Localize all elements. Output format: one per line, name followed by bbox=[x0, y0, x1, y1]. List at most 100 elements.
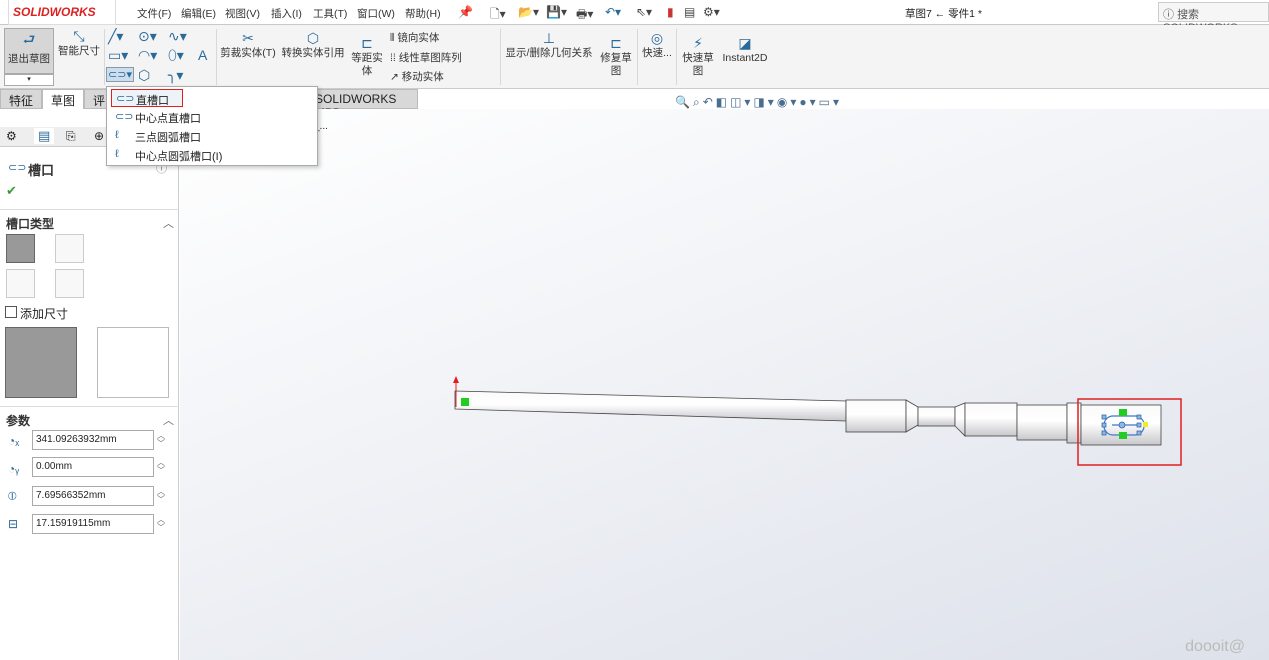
slot-width-input[interactable]: 7.69566352mm bbox=[32, 486, 154, 506]
print-icon[interactable]: 🖶▾ bbox=[576, 5, 593, 26]
file-properties-icon[interactable]: ▤ bbox=[684, 5, 695, 19]
previous-view-icon: ↶ bbox=[702, 95, 716, 109]
search-box[interactable]: ⓘ 搜索 SOLIDWORKS bbox=[1158, 2, 1269, 34]
trim-icon: ✂ bbox=[242, 30, 254, 46]
menu-file[interactable]: 文件(F) bbox=[137, 6, 171, 21]
open-icon[interactable]: 📂▾ bbox=[518, 5, 539, 19]
slot-length-spinner[interactable]: ︿ ﹀ bbox=[157, 516, 165, 532]
arc-icon[interactable]: ◠▾ bbox=[138, 47, 157, 64]
move-label: 移动实体 bbox=[401, 71, 444, 83]
overall-length-option[interactable] bbox=[5, 327, 77, 398]
tab-features[interactable]: 特征 bbox=[0, 89, 43, 109]
menu-help[interactable]: 帮助(H) bbox=[405, 6, 441, 21]
offset-button[interactable]: ⊏ 等距实体 bbox=[350, 35, 384, 78]
repair-label: 修复草图 bbox=[600, 52, 632, 77]
pin-icon[interactable]: 📌 bbox=[458, 5, 473, 19]
quick-snaps-button[interactable]: ◎ 快速... bbox=[640, 30, 674, 60]
collapse-icon[interactable]: ︿ bbox=[163, 215, 174, 231]
slot-width-spinner[interactable]: ︿ ﹀ bbox=[157, 488, 165, 504]
feature-tree-tab-icon[interactable]: ⚙ bbox=[6, 129, 17, 143]
slot-length-input[interactable]: 17.15919115mm bbox=[32, 514, 154, 534]
instant2d-label: Instant2D bbox=[722, 52, 768, 64]
instant2d-icon: ◪ bbox=[738, 35, 752, 51]
watermark: doooit@ bbox=[1185, 638, 1245, 655]
heads-up-view-toolbar[interactable]: 🔍⌕↶◧◫▾◨▾◉▾●▾▭▾ bbox=[675, 95, 842, 110]
new-icon[interactable]: 🗋▾ bbox=[490, 5, 506, 26]
appearance-icon: ●▾ bbox=[799, 95, 819, 109]
rapid-sketch-label: 快速草图 bbox=[682, 52, 714, 77]
graphics-area[interactable]: _... 🔍⌕↶◧◫▾◨▾◉▾●▾▭▾ doooit@ bbox=[180, 95, 1269, 660]
undo-icon[interactable]: ↶▾ bbox=[605, 5, 621, 19]
centerpoint-arc-slot-icon: ℓ bbox=[115, 148, 119, 160]
polygon-icon[interactable]: ⬡ bbox=[138, 67, 150, 84]
smart-dimension-button[interactable]: ⤡ 智能尺寸 bbox=[56, 28, 102, 58]
add-dimensions-checkbox[interactable] bbox=[5, 306, 17, 318]
center-x-icon: ◔ₓ bbox=[8, 434, 20, 448]
centerpoint-arc-slot-type-button[interactable] bbox=[55, 269, 84, 298]
menu-tools[interactable]: 工具(T) bbox=[313, 6, 347, 21]
mirror-label: 镜向实体 bbox=[397, 32, 440, 44]
exit-sketch-icon: ⮐ bbox=[22, 31, 36, 47]
menu-view[interactable]: 视图(V) bbox=[225, 6, 260, 21]
select-icon[interactable]: ⇖▾ bbox=[636, 5, 652, 19]
straight-slot-icon: ⊂⊃ bbox=[116, 93, 135, 105]
help-icon[interactable]: ⓘ bbox=[1163, 9, 1177, 21]
menu-edit[interactable]: 编辑(E) bbox=[181, 6, 216, 21]
convert-label: 转换实体引用 bbox=[281, 47, 345, 59]
convert-entities-button[interactable]: ⬡ 转换实体引用 bbox=[280, 30, 346, 60]
fillet-icon[interactable]: ╮▾ bbox=[168, 67, 183, 84]
command-manager: ⮐ 退出草图 ▾ ⤡ 智能尺寸 ╱▾ ⊙▾ ∿▾ ▭▾ ◠▾ ⬯▾ A ⊂⊃▾ … bbox=[0, 25, 1269, 89]
collapse-icon[interactable]: ︿ bbox=[163, 412, 174, 428]
rebuild-icon[interactable]: ▮ bbox=[667, 5, 674, 19]
display-icon: ▭▾ bbox=[818, 95, 842, 109]
slot-icon[interactable]: ⊂⊃▾ bbox=[106, 67, 134, 82]
tab-sketch[interactable]: 草图 bbox=[42, 89, 85, 109]
center-y-spinner[interactable]: ︿ ﹀ bbox=[157, 459, 165, 475]
relations-button[interactable]: ⊥ 显示/删除几何关系 bbox=[504, 30, 594, 60]
center-to-center-option[interactable] bbox=[97, 327, 169, 398]
window-title: 草图7 ← 零件1 * bbox=[905, 8, 983, 20]
straight-slot-type-button[interactable] bbox=[6, 234, 35, 263]
instant2d-button[interactable]: ◪ Instant2D bbox=[720, 35, 770, 65]
menu-item-centerpoint-arc-slot[interactable]: ℓ 中心点圆弧槽口(I) bbox=[111, 146, 311, 164]
3pt-arc-slot-type-button[interactable] bbox=[6, 269, 35, 298]
menu-window[interactable]: 窗口(W) bbox=[357, 6, 395, 21]
exit-sketch-label: 退出草图 bbox=[8, 53, 50, 65]
display-style-icon: ◨▾ bbox=[753, 95, 777, 109]
move-entities-button[interactable]: ↗ 移动实体 bbox=[390, 71, 444, 84]
relation-icon bbox=[461, 398, 469, 406]
hide-show-icon: ◉▾ bbox=[776, 95, 800, 109]
dimxpert-tab-icon[interactable]: ⊕ bbox=[94, 129, 104, 143]
part-model bbox=[453, 376, 1182, 466]
menu-item-centerpoint-slot[interactable]: ⊂⊃ 中心点直槽口 bbox=[111, 108, 311, 126]
save-icon[interactable]: 💾▾ bbox=[546, 5, 567, 19]
slot-width-icon: ⦶ bbox=[8, 489, 17, 503]
trim-button[interactable]: ✂ 剪裁实体(T) bbox=[220, 30, 276, 60]
center-x-input[interactable]: 341.09263932mm bbox=[32, 430, 154, 450]
exit-sketch-button[interactable]: ⮐ 退出草图 bbox=[4, 28, 54, 74]
spline-icon[interactable]: ∿▾ bbox=[168, 28, 187, 45]
menu-item-straight-slot[interactable]: ⊂⊃ 直槽口 bbox=[111, 89, 183, 107]
mirror-button[interactable]: ⫴ 镜向实体 bbox=[390, 32, 439, 45]
centerpoint-slot-icon: ⊂⊃ bbox=[115, 111, 134, 123]
repair-sketch-button[interactable]: ⊏ 修复草图 bbox=[598, 35, 634, 78]
property-manager-tab-icon[interactable]: ▤ bbox=[34, 128, 55, 144]
center-y-input[interactable]: 0.00mm bbox=[32, 457, 154, 477]
line-icon[interactable]: ╱▾ bbox=[108, 28, 123, 45]
menu-insert[interactable]: 插入(I) bbox=[271, 6, 302, 21]
centerpoint-straight-slot-type-button[interactable] bbox=[55, 234, 84, 263]
ellipse-icon[interactable]: ⬯▾ bbox=[168, 47, 184, 64]
rapid-sketch-button[interactable]: ⚡ 快速草图 bbox=[680, 35, 716, 78]
linear-pattern-button[interactable]: ⁞⁞ 线性草图阵列 bbox=[390, 52, 462, 65]
configuration-tab-icon[interactable]: ⎘ bbox=[66, 129, 76, 144]
text-icon[interactable]: A bbox=[198, 47, 207, 63]
relations-label: 显示/删除几何关系 bbox=[505, 47, 593, 59]
circle-icon[interactable]: ⊙▾ bbox=[138, 28, 157, 45]
options-icon[interactable]: ⚙▾ bbox=[703, 5, 720, 19]
solidworks-logo[interactable]: SOLIDWORKS bbox=[8, 0, 116, 25]
center-x-spinner[interactable]: ︿ ﹀ bbox=[157, 432, 165, 448]
menu-item-3pt-arc-slot[interactable]: ℓ 三点圆弧槽口 bbox=[111, 127, 311, 145]
rectangle-icon[interactable]: ▭▾ bbox=[108, 47, 128, 64]
exit-sketch-dropdown[interactable]: ▾ bbox=[4, 74, 54, 86]
ok-check-icon[interactable]: ✔ bbox=[6, 183, 17, 199]
